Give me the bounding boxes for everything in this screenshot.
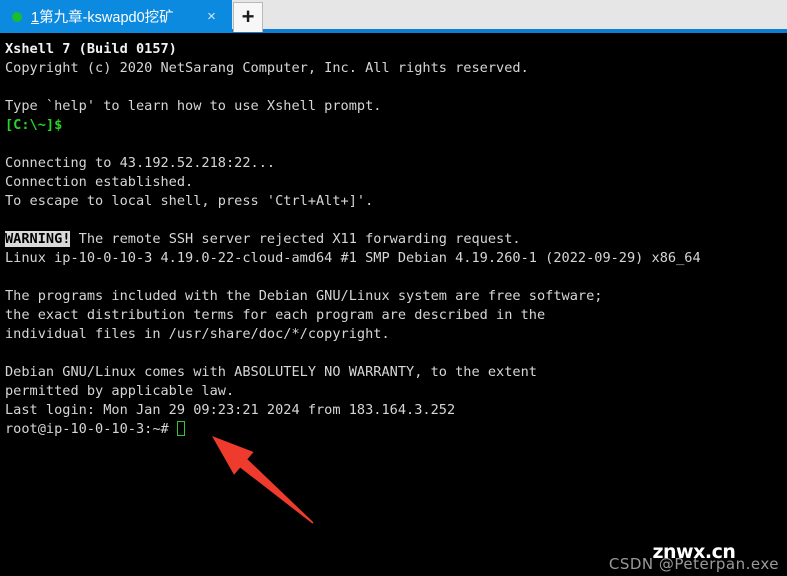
terminal-line-local-prompt: [C:\~]$ xyxy=(5,117,63,133)
terminal-line-warning: WARNING! The remote SSH server rejected … xyxy=(5,230,787,249)
terminal-tab[interactable]: 1第九章-kswapd0挖矿 × xyxy=(0,0,232,33)
terminal-line-shell-prompt: root@ip-10-0-10-3:~# xyxy=(5,420,787,439)
terminal-tab-label: 1第九章-kswapd0挖矿 xyxy=(31,6,174,27)
close-icon[interactable]: × xyxy=(203,8,220,25)
watermark: znwx.cn CSDN @Peterpan.exe xyxy=(609,543,779,572)
xshell-window: 1第九章-kswapd0挖矿 × + Xshell 7 (Build 0157)… xyxy=(0,0,787,576)
warning-message: The remote SSH server rejected X11 forwa… xyxy=(70,231,521,247)
terminal-tab-index: 1 xyxy=(31,10,40,26)
terminal-line: Connection established. xyxy=(5,174,194,190)
watermark-author: CSDN @Peterpan.exe xyxy=(608,555,779,573)
terminal-line: Connecting to 43.192.52.218:22... xyxy=(5,155,276,171)
tab-bar: 1第九章-kswapd0挖矿 × + xyxy=(0,0,787,33)
terminal-line: The programs included with the Debian GN… xyxy=(5,288,603,304)
terminal-line: Debian GNU/Linux comes with ABSOLUTELY N… xyxy=(5,364,537,380)
terminal-line: Xshell 7 (Build 0157) xyxy=(5,41,177,57)
new-tab-button[interactable]: + xyxy=(233,2,263,32)
shell-prompt-text: root@ip-10-0-10-3:~# xyxy=(5,421,169,437)
terminal-output[interactable]: Xshell 7 (Build 0157) Copyright (c) 2020… xyxy=(0,33,787,576)
terminal-line: the exact distribution terms for each pr… xyxy=(5,307,546,323)
terminal-line: Copyright (c) 2020 NetSarang Computer, I… xyxy=(5,60,529,76)
terminal-line-last-login: Last login: Mon Jan 29 09:23:21 2024 fro… xyxy=(5,402,456,418)
terminal-line: permitted by applicable law. xyxy=(5,383,235,399)
terminal-line: Type `help' to learn how to use Xshell p… xyxy=(5,98,382,114)
terminal-tab-title: 第九章-kswapd0挖矿 xyxy=(39,10,174,26)
terminal-line: individual files in /usr/share/doc/*/cop… xyxy=(5,326,390,342)
terminal-line: To escape to local shell, press 'Ctrl+Al… xyxy=(5,193,374,209)
green-status-dot-icon xyxy=(12,11,22,22)
warning-badge: WARNING! xyxy=(5,231,71,247)
terminal-line-kernel: Linux ip-10-0-10-3 4.19.0-22-cloud-amd64… xyxy=(5,250,701,266)
text-cursor[interactable] xyxy=(176,421,185,436)
